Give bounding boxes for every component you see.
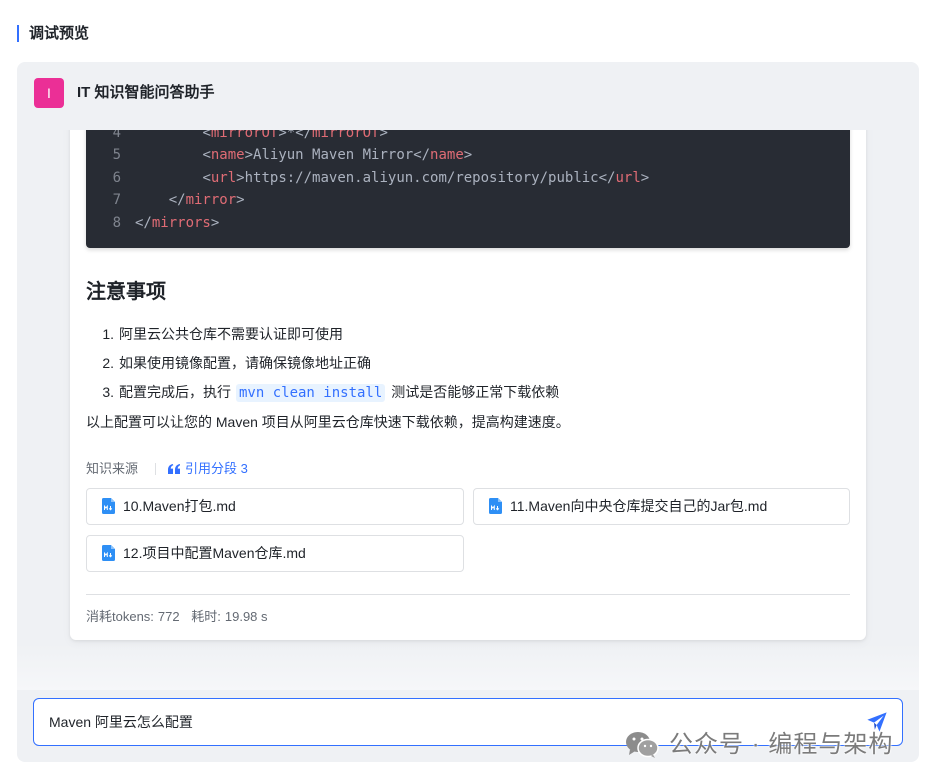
code-token: </	[413, 147, 431, 164]
code-token: </	[135, 214, 152, 231]
code-token-tag: url	[615, 169, 641, 186]
source-file-name: 11.Maven向中央仓库提交自己的Jar包.md	[510, 498, 768, 515]
code-token: >	[236, 169, 245, 186]
code-token: >	[236, 192, 245, 209]
code-token: <	[202, 169, 211, 186]
code-line: 8 </mirrors>	[86, 212, 850, 234]
markdown-file-icon	[102, 498, 115, 515]
list-item: 3. 配置完成后，执行 mvn clean install 测试是否能够正常下载依赖	[86, 378, 850, 407]
code-token: >	[463, 147, 473, 164]
markdown-file-icon	[102, 545, 115, 562]
code-line-text: </mirror>	[135, 189, 245, 211]
tokens-value: 772	[157, 608, 180, 624]
code-token: >	[640, 169, 650, 186]
time-label: 耗时:	[191, 608, 221, 624]
code-line-text: <url>https://maven.aliyun.com/repository…	[135, 167, 649, 189]
debug-preview-panel: I IT 知识智能问答助手 4 <mirrorOf>*</mirrorOf> 5 …	[17, 62, 919, 762]
code-token: Aliyun Maven Mirror	[253, 147, 414, 164]
code-token: <	[202, 130, 211, 141]
citation-label: 引用分段 3	[185, 460, 248, 476]
code-line: 7 </mirror>	[86, 189, 850, 211]
watermark: 公众号 · 编程与架构	[625, 730, 893, 760]
code-token: </	[598, 169, 616, 186]
code-line-text: <mirrorOf>*</mirrorOf>	[135, 130, 388, 144]
source-file-name: 12.项目中配置Maven仓库.md	[123, 545, 306, 562]
source-files: 10.Maven打包.md 11.Maven向中央仓库提交自己的Jar包.md	[86, 487, 850, 572]
code-line-number: 5	[112, 147, 121, 164]
code-token-tag: mirrorOf	[312, 130, 380, 141]
code-token: <	[202, 147, 211, 164]
list-marker: 1.	[102, 325, 114, 342]
sources-label: 知识来源	[86, 460, 139, 476]
list-item: 2. 如果使用镜像配置，请确保镜像地址正确	[86, 349, 850, 378]
code-line: 6 <url>https://maven.aliyun.com/reposito…	[86, 167, 850, 189]
section-accent-bar	[17, 25, 19, 42]
code-token: >	[210, 214, 220, 231]
code-token-tag: name	[210, 147, 245, 164]
inline-code: mvn clean install	[236, 383, 386, 402]
list-item-text: 配置完成后，执行	[119, 383, 231, 400]
usage-divider	[86, 593, 850, 595]
code-token: https://maven.aliyun.com/repository/publ…	[244, 169, 599, 186]
answer-summary: 以上配置可以让您的 Maven 项目从阿里云仓库快速下载依赖，提高构建速度。	[86, 413, 570, 430]
code-token: </	[168, 192, 186, 209]
source-file-chip[interactable]: 12.项目中配置Maven仓库.md	[86, 534, 464, 572]
code-token-tag: name	[430, 147, 464, 164]
section-title: 调试预览	[29, 25, 90, 42]
code-token: >	[278, 130, 287, 141]
code-line: 4 <mirrorOf>*</mirrorOf>	[86, 130, 850, 144]
code-token-tag: mirror	[185, 192, 237, 209]
code-line-number: 7	[112, 192, 121, 209]
list-marker: 2.	[102, 354, 114, 371]
answer-heading: 注意事项	[86, 280, 166, 303]
source-file-name: 10.Maven打包.md	[123, 498, 236, 515]
list-item: 1. 阿里云公共仓库不需要认证即可使用	[86, 320, 850, 349]
time-value: 19.98 s	[224, 608, 268, 624]
code-line-number: 8	[112, 214, 121, 231]
code-line-text: <name>Aliyun Maven Mirror</name>	[135, 144, 472, 166]
tokens-label: 消耗tokens:	[86, 608, 154, 624]
code-token: >	[244, 147, 254, 164]
source-file-chip[interactable]: 10.Maven打包.md	[86, 487, 464, 525]
notes-list: 1. 阿里云公共仓库不需要认证即可使用 2. 如果使用镜像配置，请确保镜像地址正…	[86, 320, 850, 407]
code-token-tag: url	[210, 169, 237, 186]
wechat-icon	[626, 732, 659, 758]
code-line-number: 4	[112, 130, 121, 141]
list-item-text: 测试是否能够正常下载依赖	[391, 383, 560, 400]
avatar-letter: I	[47, 85, 51, 101]
code-block: 4 <mirrorOf>*</mirrorOf> 5 <name>Aliyun M…	[86, 130, 850, 248]
code-token: *	[286, 130, 296, 141]
list-item-text: 阿里云公共仓库不需要认证即可使用	[119, 325, 343, 342]
sources-divider	[155, 462, 157, 475]
sources-header: 知识来源 引用分段 3	[86, 459, 850, 479]
assistant-name: IT 知识智能问答助手	[77, 84, 215, 101]
code-line-text: </mirrors>	[135, 212, 219, 234]
code-token-tag: mirrorOf	[210, 130, 279, 141]
markdown-file-icon	[489, 498, 502, 515]
citation-link[interactable]: 引用分段 3	[168, 459, 248, 479]
code-token-tag: mirrors	[151, 214, 211, 231]
code-token: </	[295, 130, 313, 141]
assistant-avatar: I	[34, 78, 64, 108]
list-item-text: 如果使用镜像配置，请确保镜像地址正确	[119, 354, 371, 371]
code-token: >	[379, 130, 388, 141]
list-marker: 3.	[102, 383, 114, 400]
chat-scroll-area[interactable]: 4 <mirrorOf>*</mirrorOf> 5 <name>Aliyun M…	[17, 130, 919, 690]
code-line: 5 <name>Aliyun Maven Mirror</name>	[86, 144, 850, 166]
usage-stats: 消耗tokens: 772 耗时: 19.98 s	[86, 607, 850, 627]
watermark-text: 公众号 · 编程与架构	[669, 731, 894, 758]
quote-icon	[168, 463, 181, 474]
answer-message: 4 <mirrorOf>*</mirrorOf> 5 <name>Aliyun M…	[70, 130, 866, 640]
source-file-chip[interactable]: 11.Maven向中央仓库提交自己的Jar包.md	[473, 487, 850, 525]
code-line-number: 6	[112, 169, 121, 186]
